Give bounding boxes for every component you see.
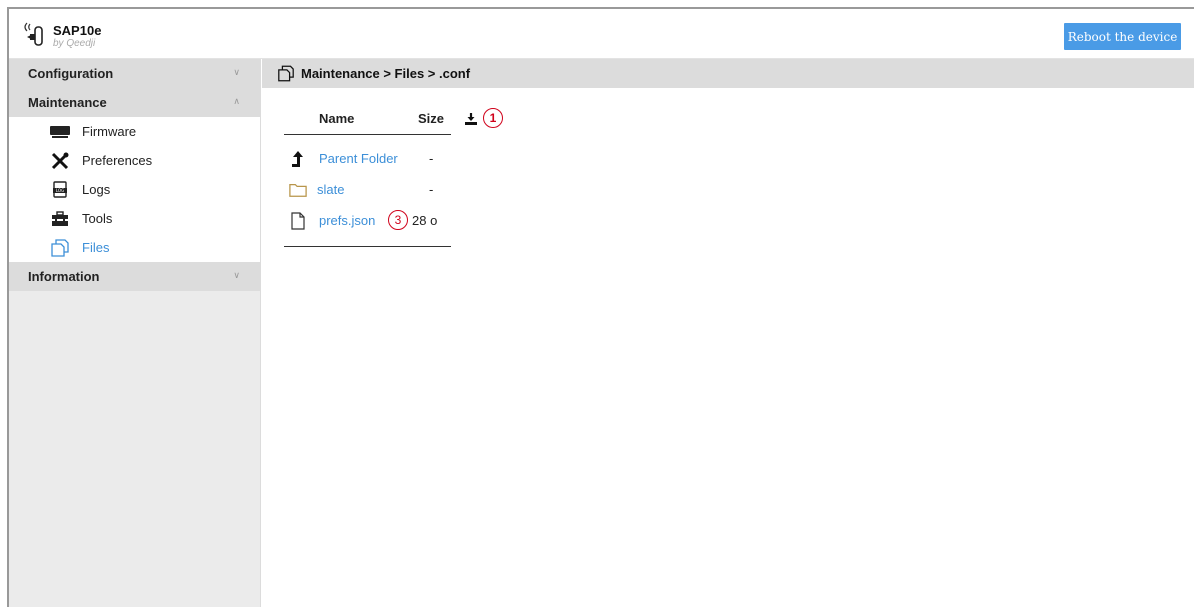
sidebar-item-preferences[interactable]: Preferences <box>9 146 260 175</box>
app-window: SAP10e by Qeedji Reboot the device Confi… <box>7 7 1194 607</box>
section-label: Configuration <box>28 66 114 81</box>
sidebar-section-configuration[interactable]: Configuration ∨ <box>9 59 260 88</box>
log-file-icon: LOG <box>49 181 71 199</box>
arrow-up-icon <box>289 150 307 168</box>
table-divider <box>284 246 451 247</box>
sidebar-item-label: Logs <box>82 182 111 197</box>
files-icon <box>49 238 71 257</box>
file-size: 28 o <box>412 213 438 228</box>
file-size: - <box>429 182 434 197</box>
svg-text:LOG: LOG <box>56 188 64 193</box>
app-name: SAP10e <box>53 23 102 38</box>
sidebar-item-files[interactable]: Files <box>9 233 260 262</box>
sidebar-item-label: Files <box>82 240 110 255</box>
file-size: - <box>429 151 434 166</box>
sidebar-item-logs[interactable]: LOG Logs <box>9 175 260 204</box>
firmware-icon <box>49 123 71 141</box>
sidebar: Configuration ∨ Maintenance ∧ Firmware P… <box>9 59 261 607</box>
section-label: Maintenance <box>28 95 107 110</box>
section-label: Information <box>28 269 100 284</box>
reboot-button[interactable]: Reboot the device <box>1064 23 1181 50</box>
file-icon <box>289 212 307 230</box>
sidebar-item-label: Preferences <box>82 153 153 168</box>
column-header-name[interactable]: Name <box>319 111 354 126</box>
download-icon[interactable] <box>464 112 478 129</box>
main-content: Maintenance > Files > .conf Name Size 1 … <box>262 59 1194 607</box>
sidebar-item-label: Firmware <box>82 124 137 139</box>
file-row[interactable]: prefs.json 3 28 o <box>284 205 451 236</box>
maintenance-submenu: Firmware Preferences LOG Logs Tools File… <box>9 117 260 262</box>
top-bar: SAP10e by Qeedji Reboot the device <box>9 9 1194 59</box>
chevron-up-icon: ∧ <box>233 96 240 106</box>
breadcrumb: Maintenance > Files > .conf <box>262 59 1194 88</box>
app-subtitle: by Qeedji <box>53 38 96 49</box>
toolbox-icon <box>49 210 71 228</box>
file-table-header: Name Size 1 <box>284 103 503 135</box>
file-name-link[interactable]: Parent Folder <box>319 151 398 166</box>
files-icon <box>277 65 295 83</box>
file-table: Name Size 1 Parent Folder - slate - pref… <box>284 103 503 247</box>
chevron-down-icon: ∨ <box>233 270 240 280</box>
sidebar-item-firmware[interactable]: Firmware <box>9 117 260 146</box>
sidebar-item-label: Tools <box>82 211 113 226</box>
breadcrumb-text: Maintenance > Files > .conf <box>301 66 471 81</box>
chevron-down-icon: ∨ <box>233 67 240 77</box>
logo-icon <box>24 22 43 46</box>
sidebar-section-maintenance[interactable]: Maintenance ∧ <box>9 88 260 117</box>
file-name-link[interactable]: slate <box>317 182 344 197</box>
sidebar-item-tools[interactable]: Tools <box>9 204 260 233</box>
column-header-size[interactable]: Size <box>418 111 444 126</box>
folder-icon <box>289 181 307 199</box>
annotation-marker-3: 3 <box>388 210 408 230</box>
sidebar-section-information[interactable]: Information ∨ <box>9 262 260 291</box>
annotation-marker-1: 1 <box>483 108 503 128</box>
file-row[interactable]: slate - <box>284 174 451 205</box>
file-row[interactable]: Parent Folder - <box>284 143 451 174</box>
file-name-link[interactable]: prefs.json <box>319 213 375 228</box>
tools-cross-icon <box>49 152 71 170</box>
